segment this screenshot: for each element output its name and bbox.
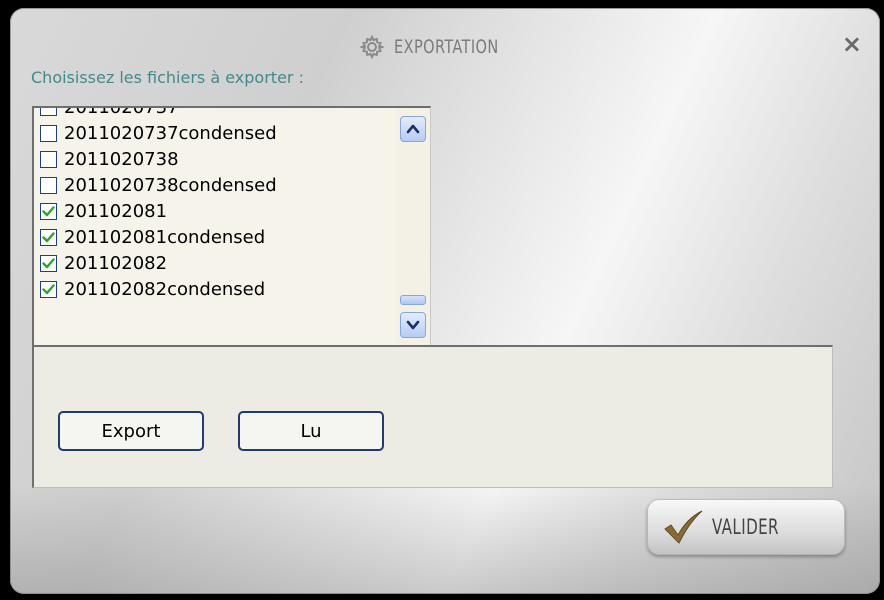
actions-panel: Export Lu xyxy=(32,345,833,488)
scroll-down-button[interactable] xyxy=(400,312,426,338)
lu-button[interactable]: Lu xyxy=(238,411,384,451)
file-list-item[interactable]: 2011020738 xyxy=(34,146,394,172)
check-icon xyxy=(42,231,55,242)
export-button[interactable]: Export xyxy=(58,411,204,451)
file-list-item-label: 201102081 xyxy=(64,200,168,222)
checkbox-checked[interactable] xyxy=(40,202,57,220)
file-list-item[interactable]: 201102081 xyxy=(34,198,394,224)
checkbox-unchecked[interactable] xyxy=(40,176,57,194)
title-bar: EXPORTATION xyxy=(360,34,517,60)
file-list-item-label: 201102081condensed xyxy=(64,226,266,248)
checkbox-checked[interactable] xyxy=(40,254,57,272)
file-list-items: 2011020737 2011020737condensed 2011020738 2… xyxy=(34,106,394,302)
file-list-item-label: 201102082 xyxy=(64,252,168,274)
dialog-title: EXPORTATION xyxy=(394,36,499,58)
file-list-item-label: 201102082condensed xyxy=(64,278,266,300)
export-dialog: EXPORTATION × Choisissez les fichiers à … xyxy=(10,8,880,594)
file-list-item-label: 2011020738 xyxy=(64,148,179,170)
valider-button[interactable]: VALIDER xyxy=(647,499,845,555)
file-list-item-label: 2011020738condensed xyxy=(64,174,277,196)
file-list-item[interactable]: 2011020737condensed xyxy=(34,120,394,146)
file-list-item[interactable]: 201102082 xyxy=(34,250,394,276)
instruction-label: Choisissez les fichiers à exporter : xyxy=(31,68,304,87)
gear-icon xyxy=(360,35,384,59)
file-list-item[interactable]: 2011020738condensed xyxy=(34,172,394,198)
valider-label: VALIDER xyxy=(712,515,779,539)
file-list-item[interactable]: 2011020737 xyxy=(34,106,394,120)
file-list-item[interactable]: 201102082condensed xyxy=(34,276,394,302)
checkbox-unchecked[interactable] xyxy=(40,124,57,142)
chevron-up-icon xyxy=(406,124,420,134)
check-icon xyxy=(42,283,55,294)
checkbox-checked[interactable] xyxy=(40,280,57,298)
scroll-up-button[interactable] xyxy=(400,116,426,142)
file-list-item-label: 2011020737 xyxy=(64,106,179,118)
scroll-thumb[interactable] xyxy=(400,295,426,305)
file-list-item[interactable]: 201102081condensed xyxy=(34,224,394,250)
check-icon xyxy=(42,257,55,268)
checkmark-icon xyxy=(664,510,703,544)
file-checklist[interactable]: 2011020737 2011020737condensed 2011020738 2… xyxy=(32,106,431,346)
checkbox-checked[interactable] xyxy=(40,228,57,246)
checkbox-unchecked[interactable] xyxy=(40,108,57,116)
check-icon xyxy=(42,205,55,216)
close-icon[interactable]: × xyxy=(842,32,862,56)
checkbox-unchecked[interactable] xyxy=(40,150,57,168)
file-list-item-label: 2011020737condensed xyxy=(64,122,277,144)
chevron-down-icon xyxy=(406,320,420,330)
vertical-scrollbar[interactable] xyxy=(396,108,430,345)
